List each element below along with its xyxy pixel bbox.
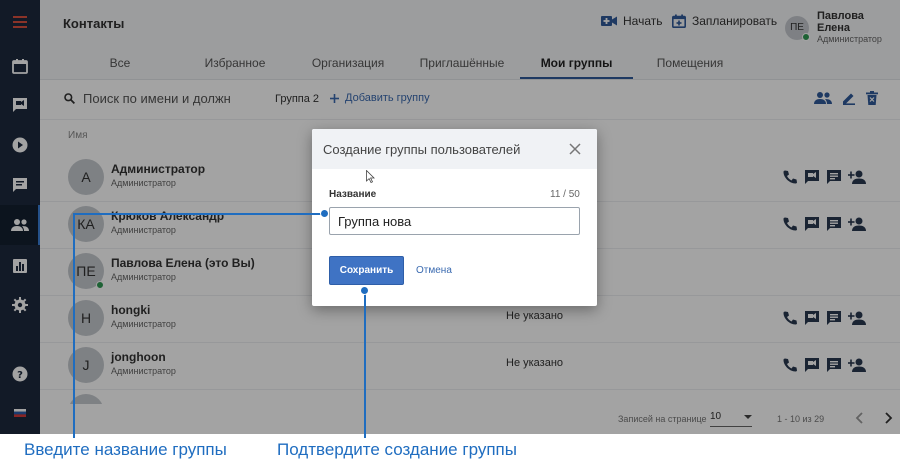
dialog-title: Создание группы пользователей: [323, 142, 521, 157]
mouse-cursor-icon: [366, 170, 375, 183]
caption-enter-name: Введите название группы: [24, 440, 227, 459]
app-window: ? Контакты Начать Запланировать ПЕ Павло…: [0, 0, 900, 434]
save-button[interactable]: Сохранить: [329, 256, 404, 285]
callout-marker-save: [360, 286, 369, 295]
annotation-captions: Введите название группы Подтвердите созд…: [0, 434, 900, 466]
caption-confirm: Подтвердите создание группы: [277, 440, 517, 459]
create-group-dialog: Создание группы пользователей Название 1…: [312, 129, 597, 306]
callout-line-name-vertical: [73, 213, 75, 434]
cancel-button[interactable]: Отмена: [416, 265, 452, 276]
callout-line-name-tail: [73, 434, 75, 438]
callout-line-name: [73, 213, 325, 215]
char-counter: 11 / 50: [550, 189, 580, 200]
callout-line-save: [364, 290, 366, 434]
dialog-header: Создание группы пользователей: [312, 129, 597, 169]
callout-marker-name: [320, 209, 329, 218]
group-name-label: Название: [329, 189, 377, 200]
group-name-input[interactable]: [329, 207, 580, 235]
close-icon[interactable]: [569, 143, 581, 155]
callout-line-save-tail: [364, 434, 366, 438]
